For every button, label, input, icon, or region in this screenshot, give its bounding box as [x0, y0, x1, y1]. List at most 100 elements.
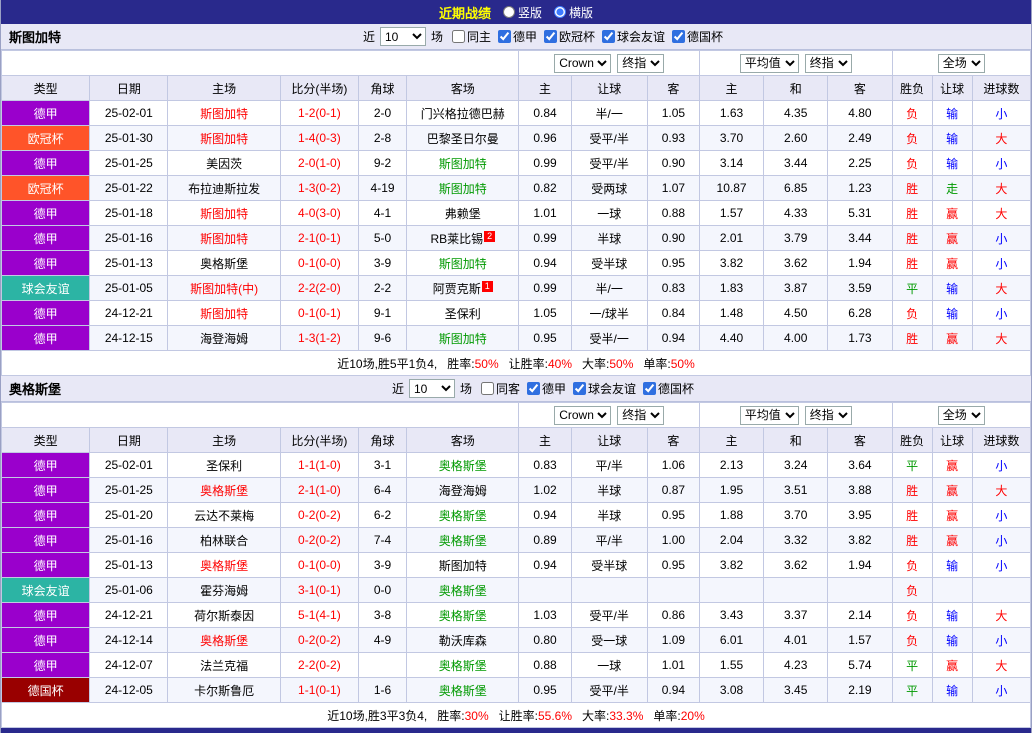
- filter-checkbox-input[interactable]: [573, 382, 587, 395]
- vertical-layout-radio[interactable]: [502, 6, 515, 18]
- filter-checkbox-input[interactable]: [451, 30, 465, 43]
- filter-checkbox[interactable]: 同主: [451, 28, 491, 45]
- league-badge: 球会友谊: [1, 275, 91, 301]
- corner-score: 4-19: [357, 175, 408, 201]
- home-team[interactable]: 奥格斯堡: [167, 552, 281, 578]
- asia-odds-value: 0.82: [518, 175, 572, 201]
- layout-option-vertical[interactable]: 竖版: [502, 4, 542, 21]
- asia-odds-time-select[interactable]: 终指: [617, 53, 665, 73]
- filter-checkbox[interactable]: 德甲: [498, 28, 537, 45]
- europe-odds-time-select[interactable]: 终指: [804, 53, 852, 73]
- home-team[interactable]: 斯图加特(中): [167, 275, 281, 301]
- filter-checkbox-input[interactable]: [498, 30, 511, 43]
- away-team-name: 奥格斯堡: [438, 508, 487, 523]
- away-team[interactable]: 斯图加特: [406, 150, 520, 176]
- filter-checkbox[interactable]: 同客: [480, 380, 520, 397]
- europe-odds-time-select[interactable]: 终指: [804, 405, 852, 425]
- home-team[interactable]: 霍芬海姆: [167, 577, 281, 603]
- filter-checkbox-input[interactable]: [672, 30, 686, 43]
- europe-odds-value: 3.14: [698, 150, 765, 176]
- away-team[interactable]: 奥格斯堡: [406, 452, 520, 478]
- filter-checkbox-input[interactable]: [527, 382, 540, 395]
- away-team[interactable]: 奥格斯堡: [406, 502, 520, 528]
- home-team[interactable]: 法兰克福: [167, 652, 281, 678]
- recent-count-select[interactable]: 10: [379, 27, 426, 46]
- home-team[interactable]: 奥格斯堡: [167, 627, 281, 653]
- away-team[interactable]: 奥格斯堡: [406, 527, 520, 553]
- score: 3-1(0-1): [279, 577, 359, 603]
- away-team[interactable]: 斯图加特: [406, 175, 520, 201]
- asia-odds-source-select[interactable]: Crown: [554, 405, 612, 425]
- home-team[interactable]: 奥格斯堡: [167, 477, 281, 503]
- match-row: 德甲 25-01-18 斯图加特 4-0(3-0) 4-1 弗赖堡 1.01 一球 0.88 1.…: [1, 200, 1031, 226]
- league-badge: 德甲: [1, 150, 91, 176]
- filter-checkbox-input[interactable]: [602, 30, 616, 43]
- europe-odds-source-select[interactable]: 平均值: [739, 405, 799, 425]
- filter-checkbox-input[interactable]: [643, 382, 657, 395]
- home-team[interactable]: 荷尔斯泰因: [167, 602, 281, 628]
- home-team[interactable]: 海登海姆: [167, 325, 281, 351]
- win-loss-cell: 负: [891, 125, 933, 151]
- filter-checkbox[interactable]: 欧冠杯: [544, 28, 595, 45]
- home-team[interactable]: 卡尔斯鲁厄: [167, 677, 281, 703]
- win-loss-cell: 胜: [891, 225, 933, 251]
- asia-odds-value: 受半/一: [570, 325, 648, 351]
- home-team[interactable]: 柏林联合: [167, 527, 281, 553]
- europe-odds-value: 2.25: [827, 150, 893, 176]
- home-team[interactable]: 斯图加特: [167, 100, 281, 126]
- section-header-bar: 奥格斯堡 近 10 场 同客 德甲 球会友谊 德国杯: [1, 376, 1031, 402]
- home-team[interactable]: 斯图加特: [167, 300, 281, 326]
- europe-odds-source-select[interactable]: 平均值: [739, 53, 799, 73]
- layout-option-horizontal[interactable]: 横版: [554, 4, 593, 21]
- asia-odds-value: 1.09: [646, 627, 700, 653]
- match-scope-select[interactable]: 全场: [937, 53, 985, 73]
- filter-checkbox[interactable]: 德国杯: [672, 28, 723, 45]
- filter-checkbox[interactable]: 球会友谊: [573, 380, 636, 397]
- away-team[interactable]: 斯图加特: [406, 552, 520, 578]
- away-team[interactable]: 斯图加特: [406, 325, 520, 351]
- topbar: 近期战绩 竖版 横版: [1, 0, 1031, 24]
- corner-score: 9-2: [357, 150, 408, 176]
- away-team[interactable]: 巴黎圣日尔曼: [406, 125, 520, 151]
- league-badge: 德甲: [1, 477, 91, 503]
- summary-stat-label: 胜率:: [447, 356, 475, 371]
- home-team[interactable]: 斯图加特: [167, 225, 281, 251]
- europe-odds-value: 1.23: [827, 175, 893, 201]
- horizontal-layout-radio[interactable]: [554, 6, 566, 18]
- home-team[interactable]: 云达不莱梅: [167, 502, 281, 528]
- home-team[interactable]: 美因茨: [167, 150, 281, 176]
- away-team[interactable]: 奥格斯堡: [406, 677, 520, 703]
- away-team[interactable]: 奥格斯堡: [406, 602, 520, 628]
- asia-odds-source-select[interactable]: Crown: [554, 53, 612, 73]
- away-team[interactable]: 勒沃库森: [406, 627, 520, 653]
- home-team[interactable]: 圣保利: [167, 452, 281, 478]
- home-team[interactable]: 斯图加特: [167, 200, 281, 226]
- asia-odds-value: 1.01: [518, 200, 572, 226]
- away-team[interactable]: 门兴格拉德巴赫: [406, 100, 520, 126]
- recent-count-select[interactable]: 10: [408, 379, 455, 398]
- home-team[interactable]: 斯图加特: [167, 125, 281, 151]
- home-team[interactable]: 布拉迪斯拉发: [167, 175, 281, 201]
- away-team[interactable]: 圣保利: [406, 300, 520, 326]
- corner-score: 9-6: [357, 325, 408, 351]
- match-date: 25-01-13: [89, 250, 169, 276]
- away-team[interactable]: 阿贾克斯 1: [406, 275, 520, 301]
- home-team[interactable]: 奥格斯堡: [167, 250, 281, 276]
- filter-checkbox-input[interactable]: [544, 30, 558, 43]
- asia-odds-time-select[interactable]: 终指: [617, 405, 665, 425]
- away-team[interactable]: 奥格斯堡: [406, 652, 520, 678]
- league-badge: 德甲: [1, 527, 91, 553]
- filter-checkbox[interactable]: 德国杯: [643, 380, 694, 397]
- away-team[interactable]: 海登海姆: [406, 477, 520, 503]
- away-team[interactable]: 弗赖堡: [406, 200, 520, 226]
- away-team[interactable]: 奥格斯堡: [406, 577, 520, 603]
- league-badge: 德甲: [1, 325, 91, 351]
- filter-checkbox[interactable]: 球会友谊: [602, 28, 665, 45]
- filter-checkbox[interactable]: 德甲: [527, 380, 566, 397]
- filter-checkbox-input[interactable]: [480, 382, 494, 395]
- away-team[interactable]: 斯图加特: [406, 250, 520, 276]
- europe-odds-value: 3.70: [698, 125, 765, 151]
- asia-odds-value: 0.94: [518, 250, 572, 276]
- away-team[interactable]: RB莱比锡 2: [406, 225, 520, 251]
- match-scope-select[interactable]: 全场: [937, 405, 985, 425]
